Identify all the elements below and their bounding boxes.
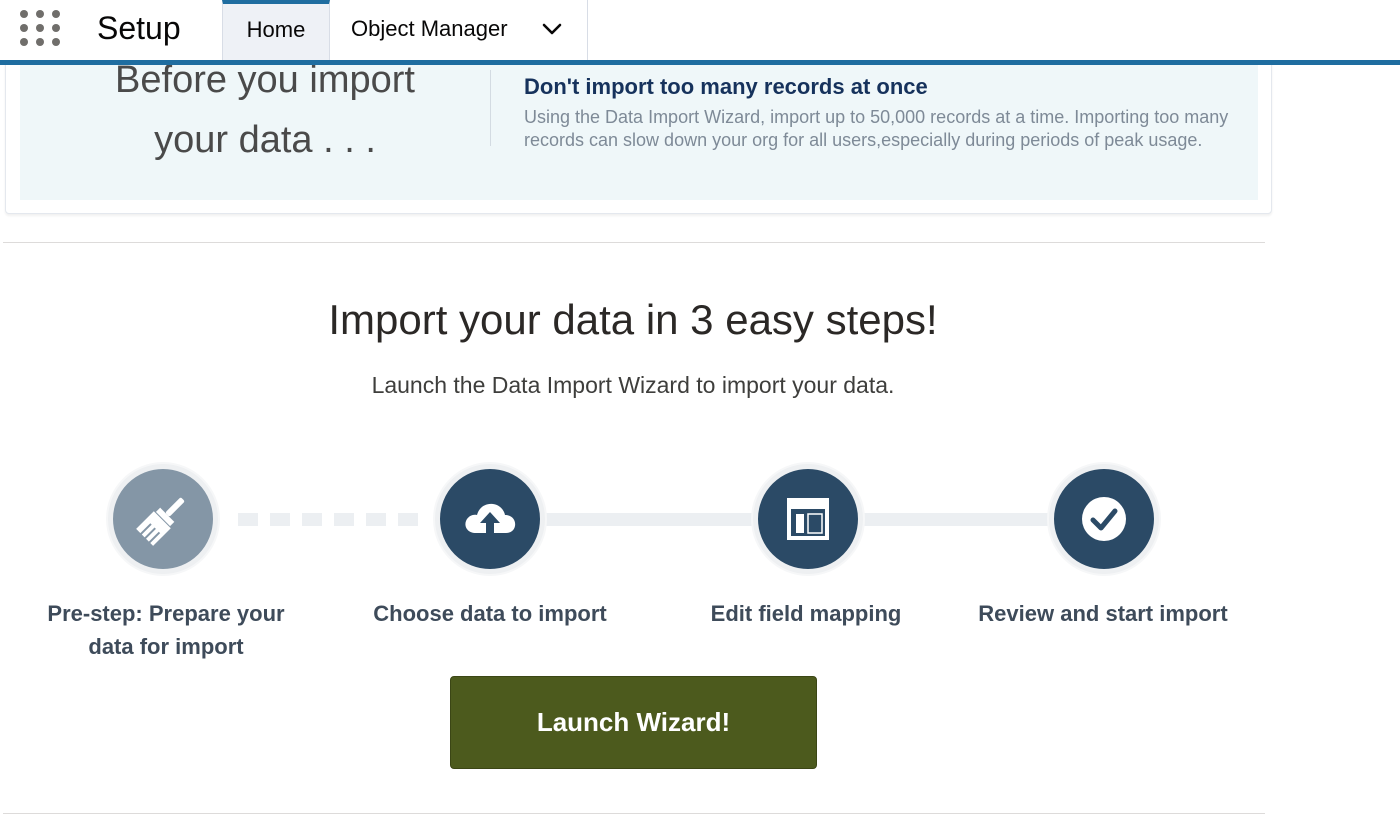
before-import-title: Before you import your data . . . [115, 59, 415, 161]
step-review-label: Review and start import [978, 601, 1228, 626]
step-connector [862, 513, 1052, 526]
step-choose-data-circle [435, 464, 545, 574]
step-prestep-circle [108, 464, 218, 574]
section-divider [3, 813, 1265, 814]
app-launcher-icon[interactable] [20, 10, 60, 50]
main-heading: Import your data in 3 easy steps! [328, 296, 938, 343]
top-navigation: Setup Home Object Manager [0, 0, 1400, 60]
step-review-circle [1049, 464, 1159, 574]
layout-icon [787, 498, 829, 540]
step-connector-dashed [238, 513, 423, 526]
broom-icon [136, 497, 185, 546]
step-edit-mapping-circle [753, 464, 863, 574]
tip-title: Don't import too many records at once [524, 74, 928, 99]
step-prestep-label: Pre-step: Prepare your data for import [47, 601, 285, 659]
step-edit-mapping-label: Edit field mapping [710, 601, 902, 626]
step-connector [545, 513, 755, 526]
section-divider [3, 242, 1265, 243]
tip-text: Using the Data Import Wizard, import up … [524, 107, 1229, 150]
sub-heading: Launch the Data Import Wizard to import … [371, 372, 895, 398]
chevron-down-icon[interactable] [541, 21, 563, 37]
nav-accent-line [0, 60, 1400, 65]
step-choose-data-label: Choose data to import [373, 601, 607, 626]
cloud-upload-icon [465, 503, 516, 533]
vertical-divider [490, 70, 491, 146]
app-title: Setup [97, 10, 181, 46]
check-circle-icon [1082, 497, 1126, 541]
launch-wizard-button[interactable]: Launch Wizard! [450, 676, 817, 769]
tab-home[interactable]: Home [222, 0, 330, 60]
